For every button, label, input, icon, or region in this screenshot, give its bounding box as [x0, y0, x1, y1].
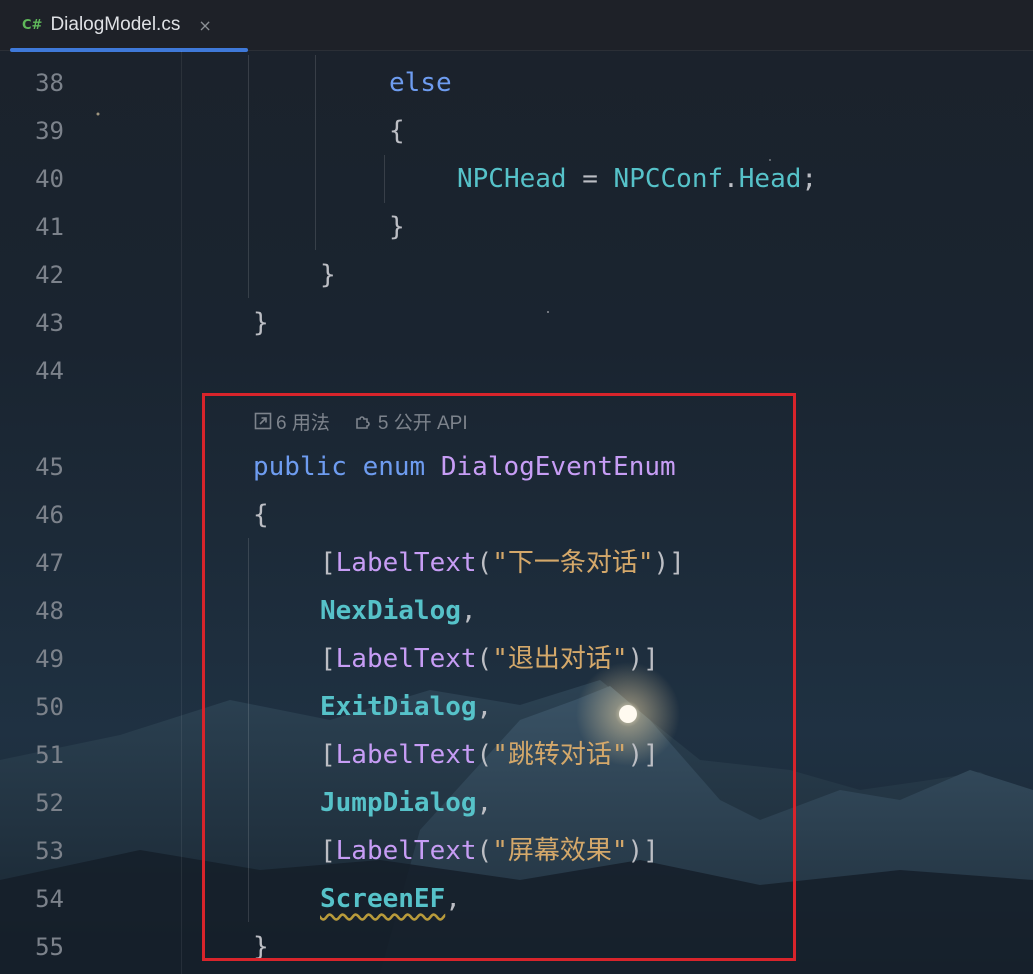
- code-line[interactable]: }: [320, 251, 336, 299]
- line-number: 42: [35, 261, 64, 289]
- code-token: }: [320, 260, 336, 290]
- line-number: 40: [35, 165, 64, 193]
- code-token: }: [253, 308, 269, 338]
- code-line[interactable]: {: [389, 107, 405, 155]
- line-number: 53: [35, 837, 64, 865]
- indent-guide: [384, 155, 385, 203]
- line-number: 39: [35, 117, 64, 145]
- tab-label: DialogModel.cs: [50, 14, 181, 35]
- code-token: ;: [801, 164, 818, 194]
- tab-dialogmodel-cs[interactable]: C# DialogModel.cs ×: [6, 0, 248, 52]
- code-token: NPCHead: [457, 164, 567, 194]
- csharp-file-icon: C#: [22, 17, 43, 33]
- line-number: 48: [35, 597, 64, 625]
- indent-guide: [248, 55, 249, 298]
- code-line[interactable]: else: [389, 59, 452, 107]
- code-token: else: [389, 68, 452, 98]
- line-number: 54: [35, 885, 64, 913]
- code-token: {: [389, 116, 405, 146]
- line-number: 41: [35, 213, 64, 241]
- close-icon[interactable]: ×: [198, 16, 211, 35]
- gutter-separator: [181, 51, 182, 974]
- code-token: Head: [738, 164, 802, 194]
- line-number: 47: [35, 549, 64, 577]
- code-token: =: [566, 164, 614, 194]
- line-number: 55: [35, 933, 64, 961]
- line-number: 52: [35, 789, 64, 817]
- code-token: NPCConf: [613, 164, 724, 194]
- line-number: 46: [35, 501, 64, 529]
- line-number: 45: [35, 453, 64, 481]
- code-line[interactable]: NPCHead = NPCConf.Head;: [457, 155, 817, 203]
- highlight-annotation-box: [202, 393, 796, 961]
- line-number: 44: [35, 357, 64, 385]
- line-number: 38: [35, 69, 64, 97]
- line-number: 49: [35, 645, 64, 673]
- indent-guide: [315, 55, 316, 250]
- active-tab-indicator: [10, 48, 248, 52]
- editor-tab-bar: C# DialogModel.cs ×: [0, 0, 1033, 52]
- code-token: .: [723, 164, 739, 194]
- code-line[interactable]: }: [253, 299, 269, 347]
- line-number: 50: [35, 693, 64, 721]
- code-token: }: [389, 212, 405, 242]
- line-number: 43: [35, 309, 64, 337]
- code-line[interactable]: }: [389, 203, 405, 251]
- line-number: 51: [35, 741, 64, 769]
